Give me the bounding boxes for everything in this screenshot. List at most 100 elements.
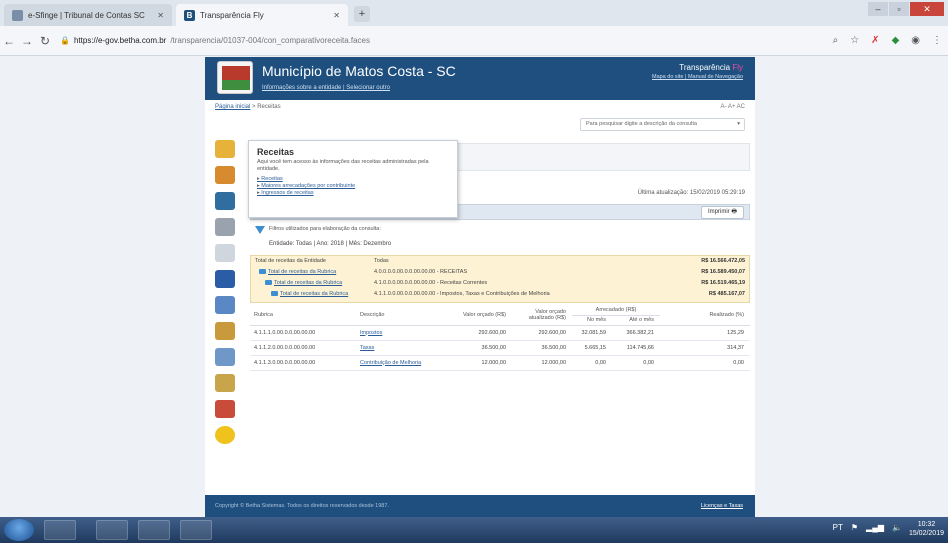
system-tray: PT ⚑ ▂▄▆ 🔈 [833,523,902,532]
cell-rubrica: 4.1.1.2.0.00.0.0.00.00.00 [250,340,360,356]
extension-icon[interactable]: ✗ [871,35,879,46]
info-icon[interactable] [215,426,235,444]
total-value: R$ 16.566.472,05 [701,258,745,264]
total-row: Total de receitas da Rubrica 4.1.1.0.0.0… [251,291,751,300]
cell-orcado: 36.500,00 [452,340,512,356]
total-code: 4.1.1.0.0.00.0.0.00.00.00 - Impostos, Ta… [374,291,550,297]
font-size-controls[interactable]: A- A+ AC [720,104,745,110]
building-icon[interactable] [215,218,235,236]
word-icon[interactable] [138,520,170,540]
url-field[interactable]: 🔒 https://e-gov.betha.com.br/transparenc… [60,31,820,51]
close-icon[interactable]: ✕ [157,11,164,20]
cell-descricao-link[interactable]: Contribuição de Melhoria [360,360,421,366]
menu-icon[interactable]: ⋮ [932,35,942,46]
volume-icon[interactable]: 🔈 [892,523,902,532]
popup-link-ingressos[interactable]: Ingressos de receitas [257,190,449,196]
zoom-icon[interactable]: ⌕ [833,35,839,46]
rubrica-link[interactable]: Total de receitas da Rubrica [280,291,348,297]
filter-funnel-icon [255,226,265,234]
cell-ate: 114.745,66 [612,340,660,356]
breadcrumb-home-link[interactable]: Página inicial [215,104,250,110]
cell-atualizado: 12.000,00 [512,355,572,371]
handshake-icon[interactable] [215,244,235,262]
total-label: Total de receitas da Rubrica [271,291,348,297]
network-icon[interactable]: ▂▄▆ [866,523,884,532]
print-label: Imprimir [707,209,730,215]
maximize-button[interactable]: ▫ [889,2,909,16]
site-footer: Copyright © Betha Sistemas. Todos os dir… [205,495,755,517]
popup-title: Receitas [257,147,295,157]
clock-date: 15/02/2019 [908,530,944,537]
users-icon[interactable] [215,322,235,340]
cell-descricao-link[interactable]: Impostos [360,330,382,336]
people-icon[interactable] [215,270,235,288]
popup-description: Aqui você tem acesso às informações das … [257,159,429,172]
totals-panel: Total de receitas da Entidade Todas R$ 1… [250,255,750,303]
receitas-table: Rubrica Descrição Valor orçado (R$) Valo… [250,305,750,371]
cell-rubrica: 4.1.1.3.0.00.0.0.00.00.00 [250,355,360,371]
truck-icon[interactable] [215,192,235,210]
rubrica-link[interactable]: Total de receitas da Rubrica [268,269,336,275]
new-tab-button[interactable]: + [354,6,370,22]
url-host: https://e-gov.betha.com.br [73,36,167,45]
extension-icon[interactable]: ◆ [892,35,900,46]
table-row: 4.1.1.1.0.00.0.0.00.00.00 Impostos 292.6… [250,325,750,341]
brand-accent: Fly [732,63,743,72]
back-arrow-icon[interactable]: ← [0,34,18,48]
document-icon[interactable] [215,296,235,314]
chart-icon[interactable] [215,374,235,392]
cell-mes: 0,00 [572,355,612,371]
tab-transparencia[interactable]: B Transparência Fly ✕ [176,4,348,26]
forward-arrow-icon[interactable]: → [18,34,36,48]
page-title: Município de Matos Costa - SC [262,63,456,79]
cell-ate: 0,00 [612,355,660,371]
print-button[interactable]: Imprimir 🖶 [700,206,744,219]
entity-links[interactable]: Informações sobre a entidade | Seleciona… [262,85,390,91]
bookmark-star-icon[interactable]: ☆ [850,35,859,46]
language-indicator[interactable]: PT [833,523,843,532]
filter-caption: Filtros utilizados para elaboração da co… [269,226,381,232]
file-explorer-icon[interactable] [96,520,128,540]
popup-link-maiores-arrecadacoes[interactable]: Maiores arrecadações por contribuinte [257,183,449,189]
popup-link-receitas[interactable]: Receitas [257,176,449,182]
cell-atualizado: 36.500,00 [512,340,572,356]
tray-flag-icon[interactable]: ⚑ [851,523,858,532]
folder-icon [271,291,278,297]
start-button[interactable] [4,519,34,541]
total-label: Total de receitas da Entidade [255,258,326,264]
chrome-icon[interactable] [180,520,212,540]
sidebar [213,140,239,490]
total-value: R$ 16.519.465,19 [701,280,745,286]
search-input[interactable]: Para pesquisar digite a descrição da con… [580,118,745,131]
cell-orcado: 292.600,00 [452,325,512,341]
calendar-icon[interactable] [215,400,235,418]
tab-esfinge[interactable]: e-Sfinge | Tribunal de Contas SC ✕ [4,4,172,26]
media-player-icon[interactable] [44,520,76,540]
total-row: Total de receitas da Rubrica 4.1.0.0.0.0… [251,280,751,289]
clock-time: 10:32 [917,521,936,528]
rubrica-link[interactable]: Total de receitas da Rubrica [274,280,342,286]
total-value: R$ 485.167,07 [708,291,745,297]
revenue-icon[interactable] [215,166,235,184]
breadcrumb-separator: > [252,104,256,110]
footer-link[interactable]: Licenças e Taxas [701,503,743,509]
cell-descricao-link[interactable]: Taxas [360,345,374,351]
money-bag-icon[interactable] [215,140,235,158]
total-code: Todas [374,258,389,264]
close-icon[interactable]: ✕ [333,11,340,20]
column-header: Rubrica [250,305,360,326]
receitas-popup-menu: Receitas Aqui você tem acesso às informa… [248,140,458,218]
column-header: Descrição [360,305,452,326]
table-row: 4.1.1.3.0.00.0.0.00.00.00 Contribuição d… [250,355,750,371]
header-links[interactable]: Mapa do site | Manual de Navegação [652,74,743,80]
window-close-button[interactable]: ✕ [910,2,944,16]
printer-icon: 🖶 [731,209,737,215]
clock[interactable]: 10:32 15/02/2019 [909,520,944,538]
toolbar-icons: ⌕ ☆ ✗ ◆ ◉ ⋮ [833,35,942,46]
account-icon[interactable]: ◉ [911,35,920,46]
cell-realizado: 125,29 [660,325,750,341]
minimize-button[interactable]: – [868,2,888,16]
reload-icon[interactable]: ↻ [36,34,54,48]
cell-realizado: 0,00 [660,355,750,371]
calculator-icon[interactable] [215,348,235,366]
